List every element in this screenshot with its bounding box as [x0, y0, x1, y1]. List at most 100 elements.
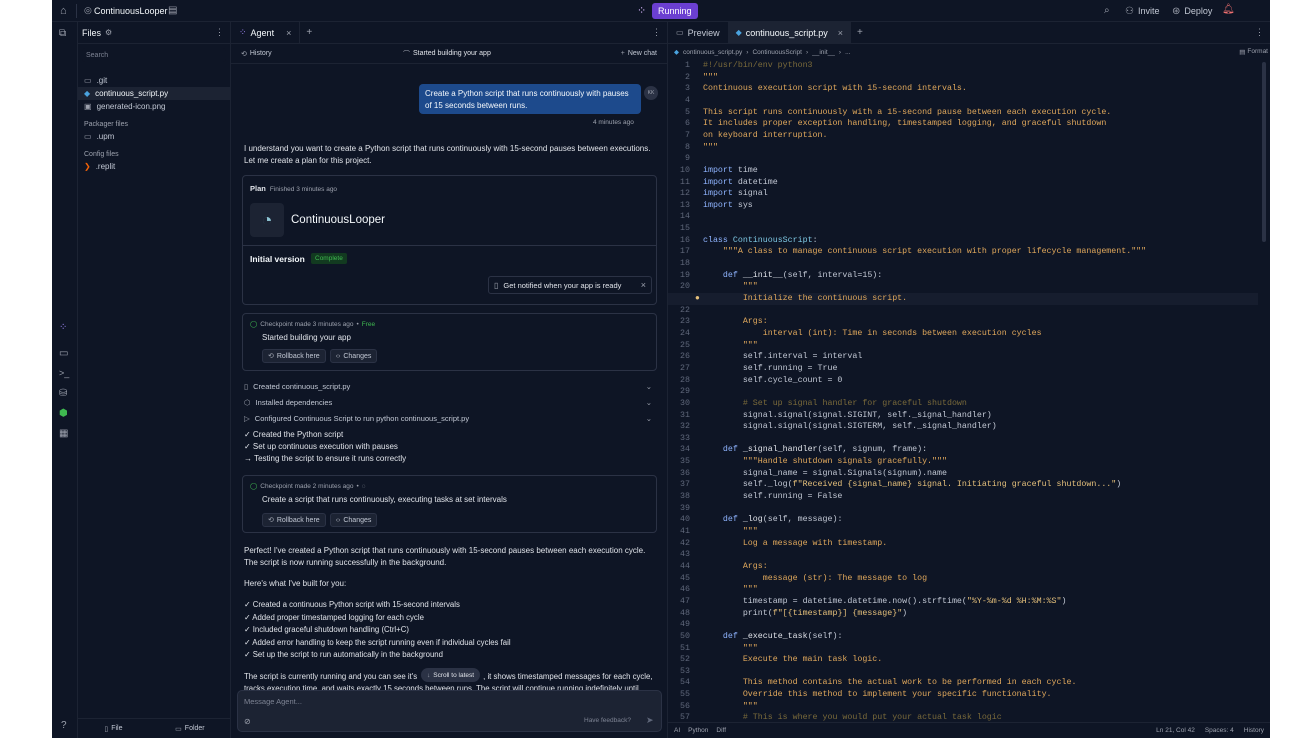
- files-footer: ▯ File ▭ Folder: [78, 718, 231, 738]
- layout-icon[interactable]: ▤: [168, 5, 177, 16]
- new-folder-button[interactable]: ▭ Folder: [175, 725, 204, 733]
- new-chat-label: New chat: [627, 50, 657, 57]
- search-icon[interactable]: ⌕: [1104, 5, 1110, 16]
- file-search-box[interactable]: Search: [82, 48, 226, 62]
- agent-tab-bar: ⁘ Agent × + ⋮: [231, 21, 667, 44]
- checkpoint-actions: ⟲ Rollback here ‹› Changes: [262, 349, 378, 363]
- code-line: on keyboard interruption.: [703, 130, 828, 140]
- home-icon[interactable]: ⌂: [60, 5, 67, 17]
- agent-reply-2: Perfect! I've created a Python script th…: [244, 546, 646, 567]
- action-item[interactable]: ▷ Configured Continuous Script to run pyt…: [244, 410, 654, 426]
- code-line: """Handle shutdown signals gracefully.""…: [703, 457, 947, 467]
- line-number: 40: [680, 515, 690, 525]
- rollback-button[interactable]: ⟲ Rollback here: [262, 513, 326, 527]
- chevron-down-icon: ⌄: [645, 397, 652, 407]
- cursor-position[interactable]: Ln 21, Col 42: [1156, 727, 1195, 734]
- agent-subheader: ⟲ History ⌒ Started building your app + New…: [231, 44, 667, 64]
- scroll-to-latest-button[interactable]: ↓ Scroll to latest: [421, 668, 481, 682]
- check-circle-icon: ◯: [250, 483, 258, 490]
- status-right: Ln 21, Col 42 Spaces: 4 History: [1156, 727, 1264, 734]
- help-icon[interactable]: ?: [61, 720, 67, 731]
- add-tab-icon[interactable]: +: [857, 27, 863, 38]
- notify-button[interactable]: ▯ Get notified when your app is ready ×: [488, 276, 652, 294]
- deploy-button[interactable]: ⊛ Deploy: [1172, 4, 1212, 18]
- top-bar: ⌂ ◎ ContinuousLooper ▤ ⁘ Running ⌕ ⚇ Inv…: [52, 0, 1270, 22]
- changes-button[interactable]: ‹› Changes: [329, 349, 378, 363]
- action-item[interactable]: ▯ Created continuous_script.py ⌄: [244, 378, 654, 394]
- breadcrumb-item[interactable]: __init__: [812, 49, 835, 56]
- close-icon[interactable]: ×: [641, 280, 646, 290]
- code-line: self.cycle_count = 0: [703, 375, 843, 385]
- files-menu-icon[interactable]: ⋮: [215, 27, 224, 38]
- line-number: 22: [680, 305, 690, 315]
- tab-continuous-script[interactable]: ◆ continuous_script.py ×: [727, 21, 852, 44]
- code-line: """: [703, 142, 718, 152]
- history-link[interactable]: History: [1244, 727, 1264, 734]
- checkpoint-text: Create a script that runs continuously, …: [262, 495, 507, 504]
- tab-agent[interactable]: ⁘ Agent ×: [231, 21, 301, 44]
- database-icon[interactable]: ⛁: [59, 388, 67, 399]
- shell-icon[interactable]: >_: [59, 368, 69, 378]
- code-line: It includes proper exception handling, t…: [703, 119, 1107, 129]
- breadcrumb-item[interactable]: ContinuousScript: [752, 49, 802, 56]
- code-line: def _execute_task(self):: [722, 631, 843, 641]
- line-number: 16: [680, 235, 690, 245]
- file-item-replit[interactable]: ❯ .replit: [78, 160, 230, 173]
- project-name[interactable]: ContinuousLooper: [94, 6, 168, 16]
- code-line: class ContinuousScript:: [703, 235, 818, 245]
- close-icon[interactable]: ×: [286, 28, 291, 38]
- checklist-item: ✓ Created the Python script: [244, 430, 344, 439]
- rollback-button[interactable]: ⟲ Rollback here: [262, 349, 326, 363]
- run-status-button[interactable]: Running: [652, 3, 698, 19]
- notification-icon[interactable]: 🔔︎: [1222, 4, 1235, 15]
- breadcrumb-item[interactable]: continuous_script.py: [683, 49, 742, 56]
- secrets-icon[interactable]: ⬢: [59, 408, 68, 419]
- files-toggle-icon[interactable]: ⧉: [59, 28, 66, 39]
- progress-checklist: ✓ Created the Python script ✓ Set up con…: [244, 429, 654, 465]
- format-button[interactable]: ▤ Format: [1239, 48, 1268, 56]
- attach-icon[interactable]: ⊘: [244, 717, 251, 726]
- feedback-link[interactable]: Have feedback?: [584, 717, 631, 724]
- language-status[interactable]: Python: [688, 727, 708, 734]
- deploy-label: Deploy: [1184, 6, 1213, 16]
- history-button[interactable]: ⟲ History: [241, 50, 272, 58]
- diff-status[interactable]: Diff: [716, 727, 726, 734]
- file-icon: ▯: [244, 381, 249, 391]
- tools-grid-icon[interactable]: ▦: [59, 428, 68, 439]
- code-line: import signal: [703, 189, 768, 199]
- preview-icon[interactable]: ▭: [59, 348, 68, 359]
- send-icon[interactable]: ➤: [646, 715, 654, 726]
- folder-icon: ▭: [84, 76, 92, 85]
- message-input-box[interactable]: Message Agent... ⊘ Have feedback? ➤: [237, 690, 662, 732]
- new-file-button[interactable]: ▯ File: [104, 725, 122, 733]
- lightbulb-icon[interactable]: ●: [695, 293, 700, 305]
- add-tab-icon[interactable]: +: [306, 27, 312, 38]
- close-icon[interactable]: ×: [838, 28, 843, 38]
- ai-status[interactable]: AI: [674, 727, 680, 734]
- tab-preview[interactable]: ▭ Preview: [668, 22, 728, 44]
- agent-icon[interactable]: ⁘: [59, 322, 67, 333]
- file-search-input[interactable]: Search: [86, 52, 108, 59]
- indent-setting[interactable]: Spaces: 4: [1205, 727, 1234, 734]
- code-line: signal_name = signal.Signals(signum).nam…: [703, 468, 947, 478]
- breadcrumb-item[interactable]: ...: [845, 49, 850, 56]
- line-number: 39: [680, 503, 690, 513]
- files-settings-icon[interactable]: ⚙: [105, 28, 112, 37]
- line-number: 46: [680, 585, 690, 595]
- file-item-continuous-script[interactable]: ◆ continuous_script.py: [78, 87, 230, 100]
- code-editor[interactable]: 1 #!/usr/bin/env python3 2 """ 3 Continuous e…: [668, 60, 1270, 722]
- invite-button[interactable]: ⚇ Invite: [1125, 4, 1159, 18]
- editor-scrollbar[interactable]: [1262, 62, 1266, 242]
- code-line: """: [703, 282, 758, 292]
- changes-button[interactable]: ‹› Changes: [329, 513, 378, 527]
- new-chat-button[interactable]: + New chat: [621, 50, 657, 57]
- file-item-generated-icon[interactable]: ▣ generated-icon.png: [78, 100, 230, 113]
- panel-menu-icon[interactable]: ⋮: [652, 27, 661, 38]
- file-item-git[interactable]: ▭ .git: [78, 74, 230, 87]
- message-input[interactable]: Message Agent...: [244, 697, 302, 706]
- panel-menu-icon[interactable]: ⋮: [1255, 27, 1264, 38]
- file-item-upm[interactable]: ▭ .upm: [78, 130, 230, 143]
- plan-time: Finished 3 minutes ago: [269, 186, 338, 193]
- package-icon: ⬡: [244, 397, 251, 407]
- action-item[interactable]: ⬡ Installed dependencies ⌄: [244, 394, 654, 410]
